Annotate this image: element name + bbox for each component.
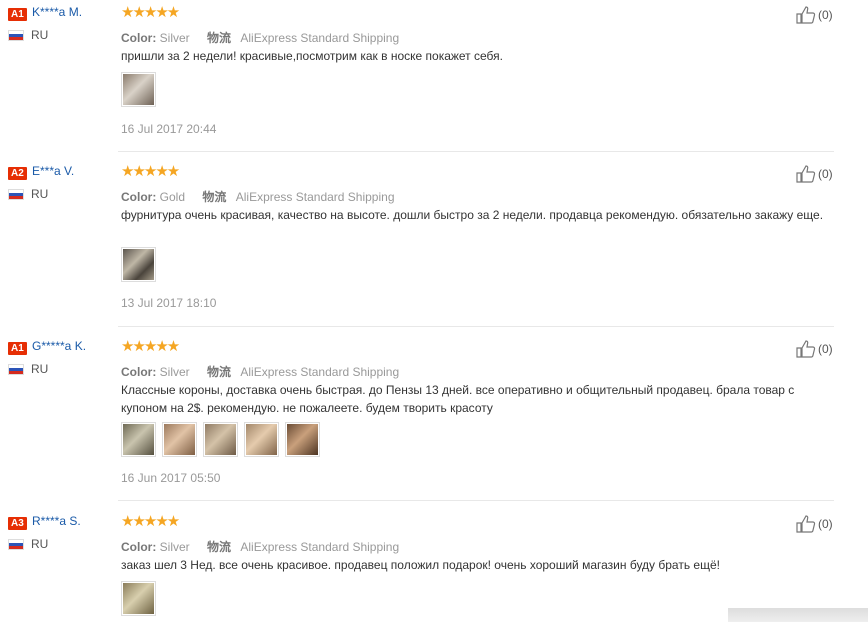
russia-flag-icon [8,539,24,550]
review-photos [121,581,156,616]
thumbs-up-icon [796,165,816,183]
color-label: Color: [121,365,157,379]
helpful-button[interactable]: (0) [796,6,833,24]
review-photo-thumbnail[interactable] [285,422,320,457]
russia-flag-icon [8,364,24,375]
buyer-country: RU [31,362,49,376]
shipping-method: AliExpress Standard Shipping [240,365,400,379]
color-value: Silver [159,540,190,554]
review-text: фурнитура очень красивая, качество на вы… [121,208,824,222]
shipping-method: AliExpress Standard Shipping [240,540,400,554]
order-info: Color: Silver 物流 AliExpress Standard Shi… [121,538,399,555]
shipping-method: AliExpress Standard Shipping [235,190,395,204]
logistics-label: 物流 [202,190,227,204]
russia-flag-icon [8,189,24,200]
helpful-button[interactable]: (0) [796,340,833,358]
review-date: 13 Jul 2017 18:10 [121,296,217,310]
helpful-count: (0) [818,8,833,22]
buyer-name-link[interactable]: K****a M. [32,5,82,19]
color-label: Color: [121,190,157,204]
review-photo-thumbnail[interactable] [162,422,197,457]
bottom-scrollbar-edge [728,608,868,622]
buyer-name-link[interactable]: G*****a K. [32,339,86,353]
helpful-count: (0) [818,342,833,356]
buyer-level-badge: A3 [8,517,27,530]
review-divider [118,500,834,501]
buyer-name-link[interactable]: R****a S. [32,514,81,528]
helpful-button[interactable]: (0) [796,515,833,533]
review-photo-thumbnail[interactable] [203,422,238,457]
review-photos [121,247,156,282]
buyer-country: RU [31,537,49,551]
helpful-count: (0) [818,517,833,531]
color-label: Color: [121,540,157,554]
helpful-button[interactable]: (0) [796,165,833,183]
review-date: 16 Jun 2017 05:50 [121,471,221,485]
buyer-name-link[interactable]: E***a V. [32,164,74,178]
color-value: Gold [159,190,186,204]
review-date: 16 Jul 2017 20:44 [121,122,217,136]
review-text: заказ шел 3 Нед. все очень красивое. про… [121,558,720,572]
review-photo-thumbnail[interactable] [121,247,156,282]
review-photo-thumbnail[interactable] [121,422,156,457]
color-value: Silver [159,365,190,379]
color-value: Silver [159,31,190,45]
review-divider [118,151,834,152]
review-photo-thumbnail[interactable] [121,581,156,616]
review-photo-thumbnail[interactable] [244,422,279,457]
order-info: Color: Silver 物流 AliExpress Standard Shi… [121,29,399,46]
thumbs-up-icon [796,340,816,358]
order-info: Color: Gold 物流 AliExpress Standard Shipp… [121,188,395,205]
buyer-level-badge: A1 [8,8,27,21]
buyer-country: RU [31,28,49,42]
logistics-label: 物流 [207,540,232,554]
star-rating: ★★★★★ [121,513,180,530]
order-info: Color: Silver 物流 AliExpress Standard Shi… [121,363,399,380]
star-rating: ★★★★★ [121,4,180,21]
russia-flag-icon [8,30,24,41]
review-photos [121,422,320,457]
buyer-level-badge: A2 [8,167,27,180]
thumbs-up-icon [796,515,816,533]
review-photos [121,72,156,107]
helpful-count: (0) [818,167,833,181]
thumbs-up-icon [796,6,816,24]
buyer-country: RU [31,187,49,201]
color-label: Color: [121,31,157,45]
review-photo-thumbnail[interactable] [121,72,156,107]
shipping-method: AliExpress Standard Shipping [240,31,400,45]
logistics-label: 物流 [207,31,232,45]
star-rating: ★★★★★ [121,338,180,355]
buyer-level-badge: A1 [8,342,27,355]
logistics-label: 物流 [207,365,232,379]
star-rating: ★★★★★ [121,163,180,180]
review-text: пришли за 2 недели! красивые,посмотрим к… [121,49,503,63]
review-divider [118,326,834,327]
review-text: Классные короны, доставка очень быстрая.… [121,383,795,415]
